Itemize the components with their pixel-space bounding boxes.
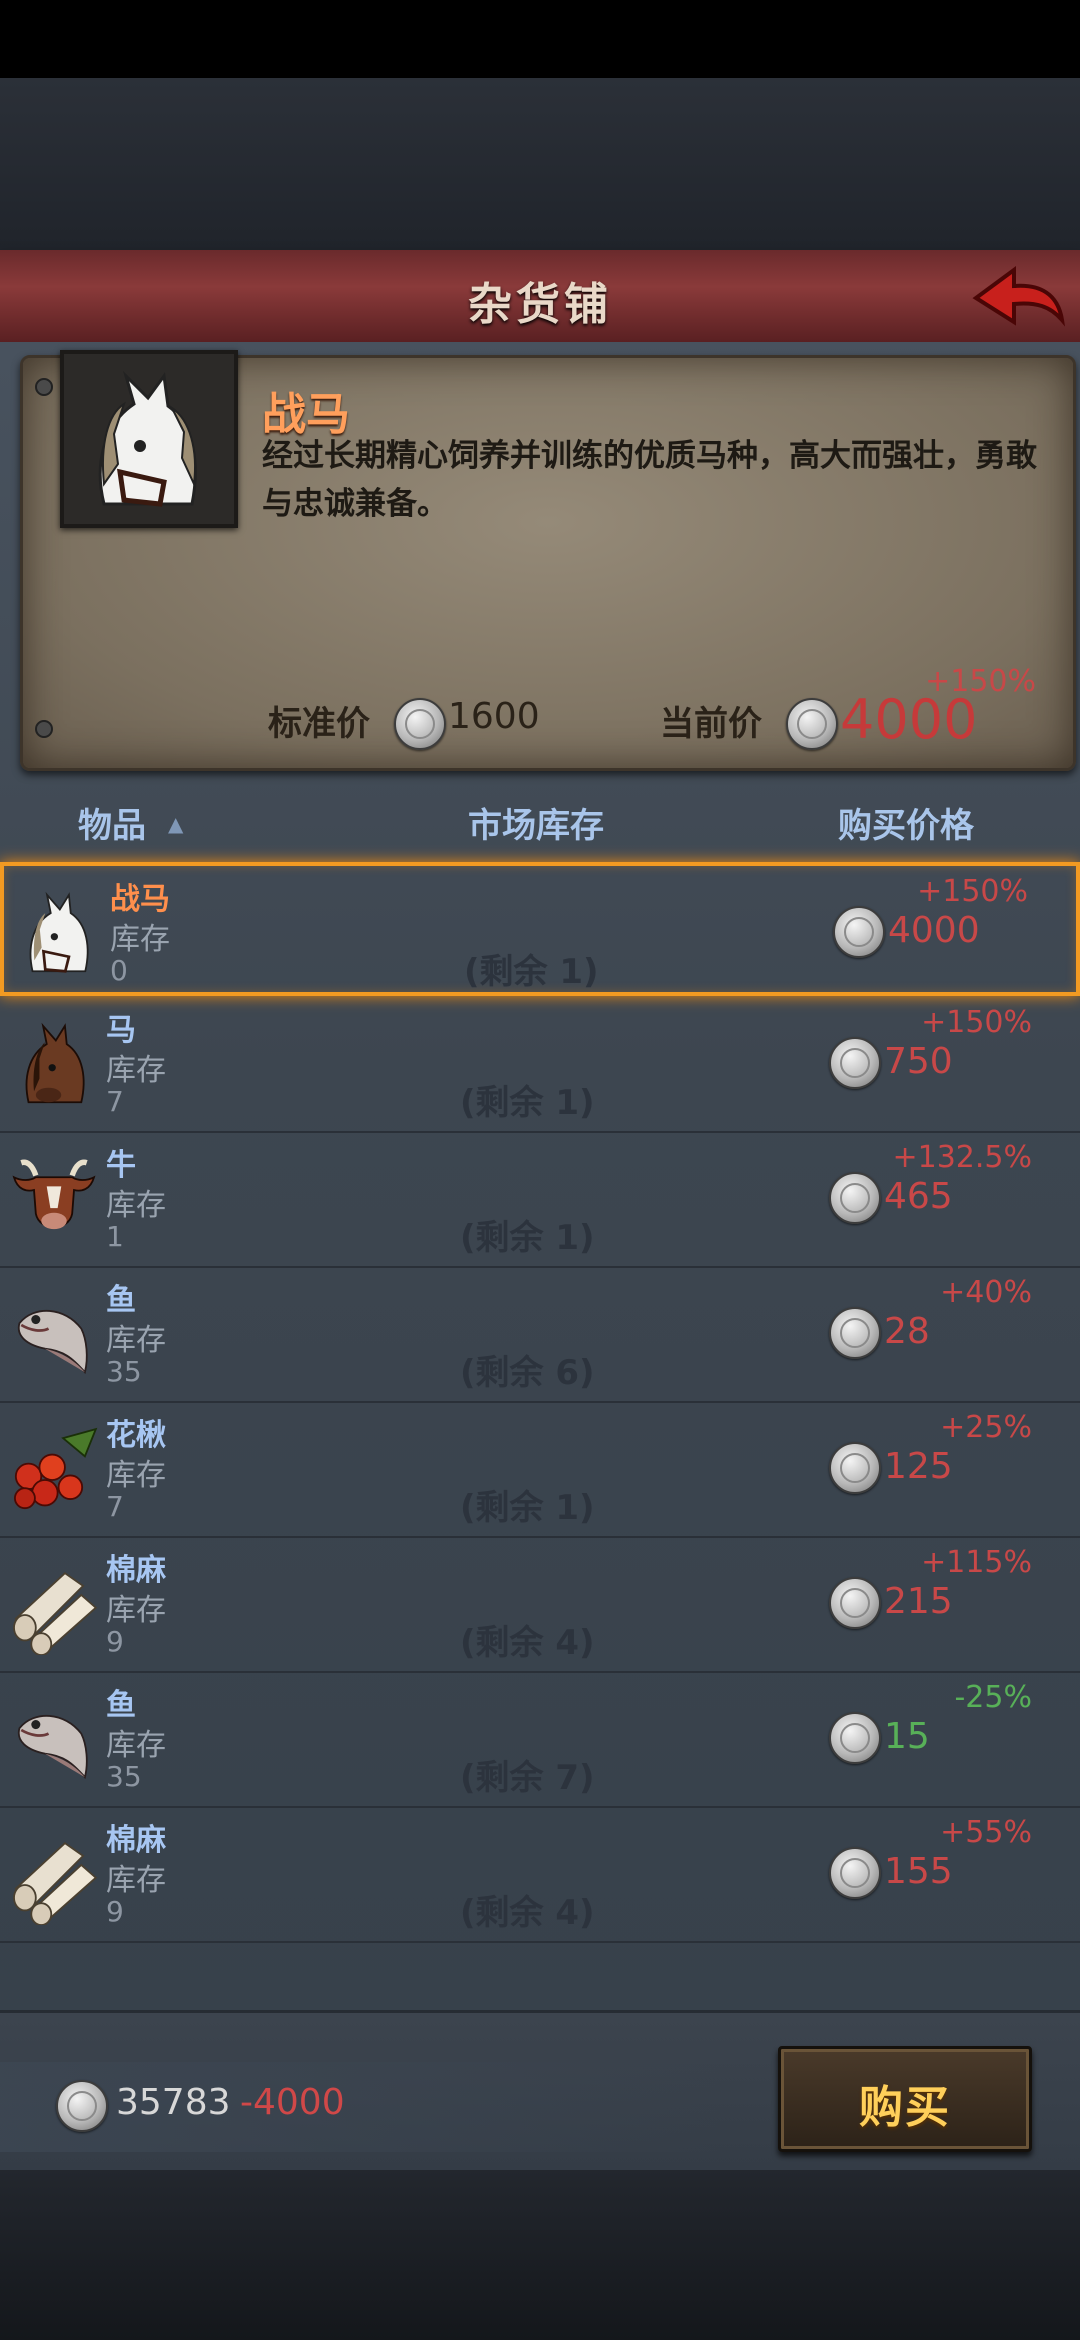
buy-button-label: 购买 <box>859 2082 951 2133</box>
row-item-name: 花楸 <box>106 1418 166 1453</box>
row-price: 465 <box>884 1176 953 1217</box>
goods-row[interactable]: 牛库存 1 (剩余 1) 465 +132.5% <box>0 1132 1080 1268</box>
goods-row[interactable]: 棉麻库存 9 (剩余 4) 155 +55% <box>0 1807 1080 1943</box>
row-stock-label: 库存 <box>106 1458 166 1493</box>
warhorse-icon <box>98 370 197 507</box>
cloth-roll-icon <box>13 1842 98 1925</box>
row-price-change: +40% <box>940 1275 1032 1310</box>
row-stock-label: 库存 <box>106 1863 166 1898</box>
status-bar <box>0 0 1080 78</box>
goods-row[interactable]: 棉麻库存 9 (剩余 4) 215 +115% <box>0 1537 1080 1673</box>
silver-coin-icon <box>829 1307 881 1359</box>
row-price: 4000 <box>888 910 980 951</box>
row-stock-label: 库存 <box>110 922 170 957</box>
silver-coin-icon <box>56 2080 108 2132</box>
row-market-remaining: (剩余 6) <box>460 1353 595 1393</box>
silver-coin-icon <box>829 1712 881 1764</box>
horse-icon <box>25 1022 85 1104</box>
silver-coin-icon <box>829 1172 881 1224</box>
item-portrait <box>60 350 238 528</box>
row-stock-label: 库存 <box>106 1188 166 1223</box>
silver-coin-icon <box>833 906 885 958</box>
row-price-change: +55% <box>940 1815 1032 1850</box>
silver-coin-icon <box>394 698 446 750</box>
row-stock-value: 35 <box>106 1760 142 1793</box>
row-stock-label: 库存 <box>106 1593 166 1628</box>
column-header-item[interactable]: 物品 <box>78 798 146 847</box>
row-stock-label: 库存 <box>106 1728 166 1763</box>
top-backdrop <box>0 78 1080 250</box>
goods-row[interactable]: 马库存 7 (剩余 1) 750 +150% <box>0 997 1080 1133</box>
row-price: 28 <box>884 1311 930 1352</box>
row-price: 750 <box>884 1041 953 1082</box>
row-stock-label: 库存 <box>106 1323 166 1358</box>
warhorse-icon <box>29 891 89 973</box>
back-arrow-icon[interactable] <box>970 260 1066 332</box>
row-price-change: -25% <box>954 1680 1032 1715</box>
row-market-remaining: (剩余 1) <box>460 1083 595 1123</box>
silver-coin-icon <box>786 698 838 750</box>
row-stock-value: 7 <box>106 1085 124 1118</box>
row-market-remaining: (剩余 4) <box>460 1623 595 1663</box>
row-price: 125 <box>884 1446 953 1487</box>
row-price-change: +150% <box>917 874 1028 909</box>
silver-coin-icon <box>829 1037 881 1089</box>
row-price: 155 <box>884 1851 953 1892</box>
rowan-berry-icon <box>13 1427 98 1510</box>
silver-coin-icon <box>829 1847 881 1899</box>
shop-header: 杂货铺 <box>0 250 1080 346</box>
balance-change: -4000 <box>240 2082 345 2123</box>
row-item-name: 战马 <box>110 882 170 917</box>
row-item-name: 鱼 <box>106 1688 136 1723</box>
current-price-label: 当前价 <box>660 704 762 744</box>
row-market-remaining: (剩余 7) <box>460 1758 595 1798</box>
row-market-remaining: (剩余 4) <box>460 1893 595 1933</box>
standard-price: 1600 <box>448 696 540 737</box>
ox-icon <box>12 1159 96 1230</box>
fish-icon <box>17 1715 88 1780</box>
silver-balance: 35783 <box>116 2082 231 2123</box>
row-stock-value: 35 <box>106 1355 142 1388</box>
item-description: 经过长期精心饲养并训练的优质马种，高大而强壮，勇敢与忠诚兼备。 <box>262 438 1037 522</box>
row-item-name: 马 <box>106 1013 136 1048</box>
row-price: 15 <box>884 1716 930 1757</box>
balance-strip <box>0 2062 720 2152</box>
row-market-remaining: (剩余 1) <box>460 1218 595 1258</box>
goods-row[interactable]: 战马库存 0 (剩余 1) 4000 +150% <box>0 862 1080 996</box>
sort-ascending-icon[interactable]: ▲ <box>168 812 183 836</box>
bottom-backdrop <box>0 2170 1080 2340</box>
rivet <box>35 720 53 738</box>
row-stock-label: 库存 <box>106 1053 166 1088</box>
row-price-change: +25% <box>940 1410 1032 1445</box>
buy-button[interactable]: 购买 <box>778 2046 1032 2152</box>
row-stock-value: 9 <box>106 1895 124 1928</box>
goods-row[interactable]: 花楸库存 7 (剩余 1) 125 +25% <box>0 1402 1080 1538</box>
row-item-name: 牛 <box>106 1148 136 1183</box>
rivet <box>35 378 53 396</box>
row-item-name: 棉麻 <box>106 1553 166 1588</box>
row-market-remaining: (剩余 1) <box>464 952 599 992</box>
row-price: 215 <box>884 1581 953 1622</box>
row-stock-value: 1 <box>106 1220 124 1253</box>
silver-coin-icon <box>829 1577 881 1629</box>
standard-price-label: 标准价 <box>268 704 370 744</box>
goods-row[interactable]: 鱼库存 35 (剩余 6) 28 +40% <box>0 1267 1080 1403</box>
goods-row[interactable]: 鱼库存 35 (剩余 7) 15 -25% <box>0 1672 1080 1808</box>
row-price-change: +115% <box>921 1545 1032 1580</box>
page-title: 杂货铺 <box>468 279 612 330</box>
cloth-roll-icon <box>13 1572 98 1655</box>
row-item-name: 鱼 <box>106 1283 136 1318</box>
silver-coin-icon <box>829 1442 881 1494</box>
fish-icon <box>17 1310 88 1375</box>
column-header-price[interactable]: 购买价格 <box>838 798 974 847</box>
current-price-change: +150% <box>925 664 1036 699</box>
row-stock-value: 9 <box>106 1625 124 1658</box>
row-stock-value: 7 <box>106 1490 124 1523</box>
row-price-change: +150% <box>921 1005 1032 1040</box>
row-market-remaining: (剩余 1) <box>460 1488 595 1528</box>
row-price-change: +132.5% <box>892 1140 1032 1175</box>
column-header-stock[interactable]: 市场库存 <box>468 798 604 847</box>
row-stock-value: 0 <box>110 954 128 987</box>
row-item-name: 棉麻 <box>106 1823 166 1858</box>
